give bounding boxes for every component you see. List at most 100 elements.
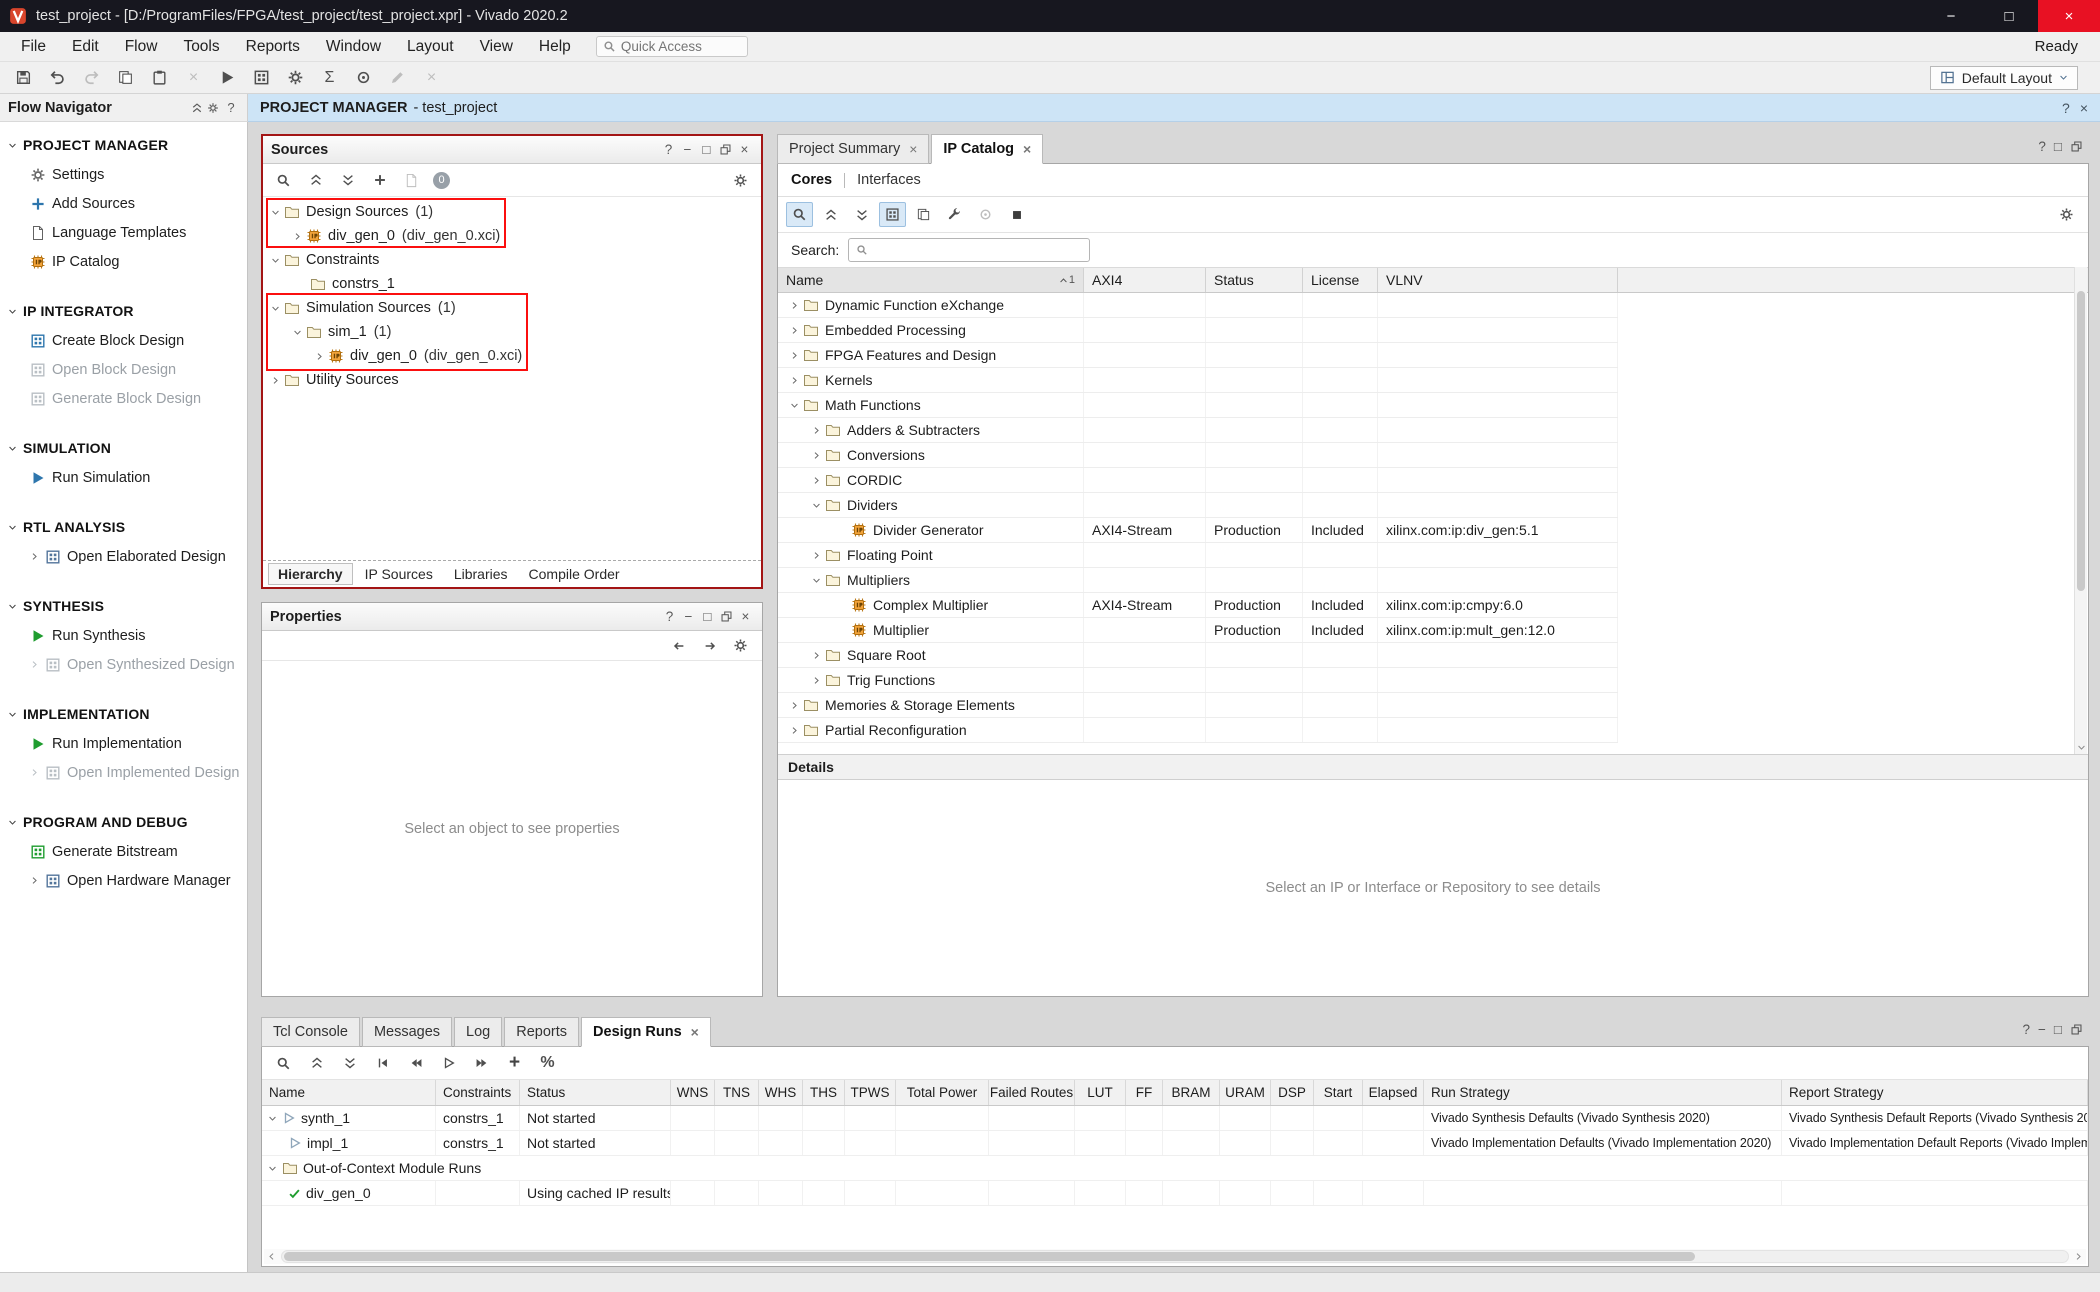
- cancel-icon[interactable]: ×: [418, 65, 445, 90]
- chevron-right-icon[interactable]: [812, 476, 821, 485]
- ip-catalog-row-kernels[interactable]: Kernels: [778, 368, 1618, 393]
- horizontal-scrollbar[interactable]: [264, 1249, 2086, 1264]
- collapse-all-icon[interactable]: [191, 102, 203, 114]
- tab-close-icon[interactable]: ×: [691, 1024, 699, 1040]
- float-icon[interactable]: [717, 143, 734, 156]
- ip-catalog-row-memories-storage-elements[interactable]: Memories & Storage Elements: [778, 693, 1618, 718]
- help-icon[interactable]: ?: [2038, 139, 2046, 154]
- ip-catalog-row-multipliers[interactable]: Multipliers: [778, 568, 1618, 593]
- close-window-button[interactable]: ×: [2038, 0, 2100, 32]
- vertical-scrollbar[interactable]: [2074, 267, 2087, 754]
- flow-section-header[interactable]: IP INTEGRATOR: [0, 296, 247, 326]
- forward-icon[interactable]: [696, 633, 723, 658]
- menu-item-tools[interactable]: Tools: [170, 32, 232, 61]
- redo-icon[interactable]: [78, 65, 105, 90]
- design-run-row-impl-1[interactable]: impl_1constrs_1Not startedVivado Impleme…: [262, 1131, 2088, 1156]
- flow-item-open-synthesized-design[interactable]: Open Synthesized Design: [0, 650, 247, 679]
- flow-item-open-elaborated-design[interactable]: Open Elaborated Design: [0, 542, 247, 571]
- maximize-icon[interactable]: □: [2054, 1022, 2062, 1037]
- flow-item-add-sources[interactable]: Add Sources: [0, 189, 247, 218]
- chevron-down-icon[interactable]: [790, 401, 799, 410]
- column-header-elapsed[interactable]: Elapsed: [1363, 1080, 1424, 1105]
- chevron-right-icon[interactable]: [812, 676, 821, 685]
- design-run-row-div-gen-0[interactable]: div_gen_0Using cached IP results: [262, 1181, 2088, 1206]
- repository-view-icon[interactable]: [910, 202, 937, 227]
- chevron-right-icon[interactable]: [790, 326, 799, 335]
- ip-catalog-row-embedded-processing[interactable]: Embedded Processing: [778, 318, 1618, 343]
- design-run-row-synth-1[interactable]: synth_1constrs_1Not startedVivado Synthe…: [262, 1106, 2088, 1131]
- chevron-down-icon[interactable]: [271, 304, 280, 313]
- chevron-right-icon[interactable]: [271, 376, 280, 385]
- chevron-right-icon[interactable]: [812, 651, 821, 660]
- paste-icon[interactable]: [146, 65, 173, 90]
- chevron-right-icon[interactable]: [30, 660, 39, 669]
- close-icon[interactable]: ×: [736, 141, 753, 158]
- layout-selector[interactable]: Default Layout: [1930, 66, 2078, 90]
- help-icon[interactable]: ?: [660, 141, 677, 158]
- maximize-icon[interactable]: □: [699, 608, 716, 625]
- flow-item-generate-bitstream[interactable]: Generate Bitstream: [0, 837, 247, 866]
- tree-item-div-gen-0[interactable]: div_gen_0(div_gen_0.xci): [263, 344, 761, 368]
- tab-log[interactable]: Log: [454, 1017, 502, 1047]
- ip-catalog-row-floating-point[interactable]: Floating Point: [778, 543, 1618, 568]
- maximize-icon[interactable]: □: [2054, 139, 2062, 154]
- tab-project-summary[interactable]: Project Summary×: [777, 134, 929, 164]
- help-icon[interactable]: ?: [661, 608, 678, 625]
- chevron-right-icon[interactable]: [315, 352, 324, 361]
- chevron-right-icon[interactable]: [790, 726, 799, 735]
- tab-close-icon[interactable]: ×: [909, 141, 917, 157]
- settings-gear-icon[interactable]: [2053, 202, 2080, 227]
- column-header-status[interactable]: Status: [1206, 268, 1303, 292]
- chevron-right-icon[interactable]: [30, 768, 39, 777]
- column-header-license[interactable]: License: [1303, 268, 1378, 292]
- sources-tab-ip-sources[interactable]: IP Sources: [356, 564, 442, 584]
- menu-item-edit[interactable]: Edit: [59, 32, 112, 61]
- tab-tcl-console[interactable]: Tcl Console: [261, 1017, 360, 1047]
- column-header-run-strategy[interactable]: Run Strategy: [1424, 1080, 1782, 1105]
- flow-item-ip-catalog[interactable]: IP Catalog: [0, 247, 247, 276]
- minimize-icon[interactable]: −: [2038, 1022, 2046, 1037]
- scrollbar-thumb[interactable]: [284, 1252, 1695, 1261]
- column-header-uram[interactable]: URAM: [1220, 1080, 1271, 1105]
- back-icon[interactable]: [665, 633, 692, 658]
- chevron-right-icon[interactable]: [293, 232, 302, 241]
- column-header-ths[interactable]: THS: [803, 1080, 845, 1105]
- scroll-down-icon[interactable]: [2075, 741, 2087, 754]
- fast-backward-icon[interactable]: [402, 1051, 429, 1076]
- column-header-axi4[interactable]: AXI4: [1084, 268, 1206, 292]
- column-header-report-strategy[interactable]: Report Strategy: [1782, 1080, 2088, 1105]
- scrollbar-track[interactable]: [281, 1250, 2069, 1263]
- run-icon[interactable]: [214, 65, 241, 90]
- quick-access-input[interactable]: [621, 39, 733, 54]
- column-header-vlnv[interactable]: VLNV: [1378, 268, 1618, 292]
- settings-gear-icon[interactable]: [727, 633, 754, 658]
- ip-catalog-row-conversions[interactable]: Conversions: [778, 443, 1618, 468]
- fast-forward-icon[interactable]: [468, 1051, 495, 1076]
- maximize-window-button[interactable]: □: [1980, 0, 2038, 32]
- copy-icon[interactable]: [112, 65, 139, 90]
- ip-catalog-row-cordic[interactable]: CORDIC: [778, 468, 1618, 493]
- column-header-name[interactable]: Name1: [778, 268, 1084, 292]
- ip-catalog-row-square-root[interactable]: Square Root: [778, 643, 1618, 668]
- create-runs-plus-icon[interactable]: +: [501, 1051, 528, 1076]
- ip-catalog-row-adders-subtracters[interactable]: Adders & Subtracters: [778, 418, 1618, 443]
- sources-tab-compile-order[interactable]: Compile Order: [520, 564, 629, 584]
- settings-gear-icon[interactable]: [207, 102, 219, 114]
- column-header-ff[interactable]: FF: [1126, 1080, 1163, 1105]
- tree-item-utility-sources[interactable]: Utility Sources: [263, 368, 761, 392]
- chevron-right-icon[interactable]: [812, 426, 821, 435]
- flow-section-header[interactable]: IMPLEMENTATION: [0, 699, 247, 729]
- group-by-category-icon[interactable]: [879, 202, 906, 227]
- menu-item-window[interactable]: Window: [313, 32, 394, 61]
- flow-section-header[interactable]: PROGRAM AND DEBUG: [0, 807, 247, 837]
- chevron-right-icon[interactable]: [790, 701, 799, 710]
- ip-catalog-row-dynamic-function-exchange[interactable]: Dynamic Function eXchange: [778, 293, 1618, 318]
- tree-item-design-sources[interactable]: Design Sources(1): [263, 200, 761, 224]
- menu-item-flow[interactable]: Flow: [112, 32, 171, 61]
- run-icon[interactable]: [435, 1051, 462, 1076]
- chevron-down-icon[interactable]: [268, 1164, 277, 1173]
- chevron-right-icon[interactable]: [812, 451, 821, 460]
- column-header-dsp[interactable]: DSP: [1271, 1080, 1314, 1105]
- close-icon[interactable]: ×: [2080, 100, 2088, 116]
- chevron-down-icon[interactable]: [293, 328, 302, 337]
